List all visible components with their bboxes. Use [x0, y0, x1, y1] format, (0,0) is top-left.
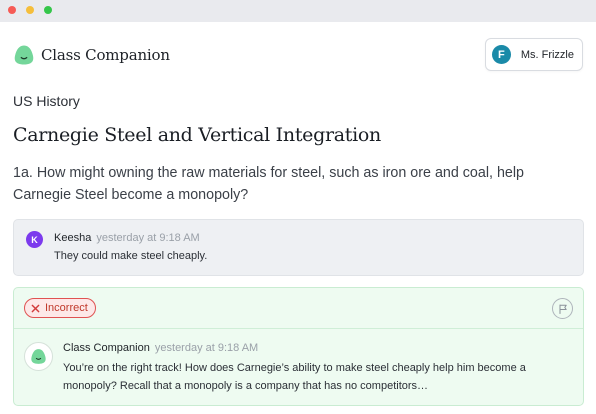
companion-avatar	[24, 342, 53, 371]
lesson-title: Carnegie Steel and Vertical Integration	[13, 124, 381, 146]
subject-label: US History	[13, 93, 80, 109]
app-header: Class Companion F Ms. Frizzle	[13, 38, 583, 72]
question-text: 1a. How might owning the raw materials f…	[13, 165, 524, 203]
user-menu-button[interactable]: F Ms. Frizzle	[484, 38, 583, 71]
x-icon	[31, 304, 40, 312]
student-timestamp: yesterday at 9:18 AM	[96, 232, 200, 244]
flag-icon	[559, 304, 567, 314]
window-titlebar	[0, 0, 596, 22]
companion-timestamp: yesterday at 9:18 AM	[154, 342, 259, 354]
student-name: Keesha	[54, 232, 92, 244]
student-avatar: K	[26, 231, 43, 248]
feedback-card: Incorrect Class Companion yesterday at 9…	[13, 287, 584, 406]
feedback-header: Incorrect	[14, 288, 583, 329]
status-label: Incorrect	[45, 302, 88, 314]
flag-feedback-button[interactable]	[552, 298, 573, 319]
feedback-text: You’re on the right track! How does Carn…	[63, 362, 526, 392]
window-minimize-button[interactable]	[26, 6, 34, 14]
user-avatar: F	[491, 45, 511, 64]
companion-meta: Class Companion yesterday at 9:18 AM	[63, 342, 258, 354]
student-meta: Keesha yesterday at 9:18 AM	[54, 232, 200, 244]
user-name: Ms. Frizzle	[520, 48, 574, 61]
brand[interactable]: Class Companion	[13, 44, 170, 66]
window-close-button[interactable]	[8, 6, 16, 14]
student-response-card: K Keesha yesterday at 9:18 AM They could…	[13, 219, 584, 276]
student-answer: They could make steel cheaply.	[54, 250, 208, 262]
companion-name: Class Companion	[63, 342, 150, 354]
class-companion-logo-icon	[31, 349, 46, 364]
brand-name: Class Companion	[41, 46, 170, 64]
incorrect-badge: Incorrect	[24, 298, 96, 318]
window-zoom-button[interactable]	[44, 6, 52, 14]
class-companion-logo-icon	[14, 45, 34, 65]
